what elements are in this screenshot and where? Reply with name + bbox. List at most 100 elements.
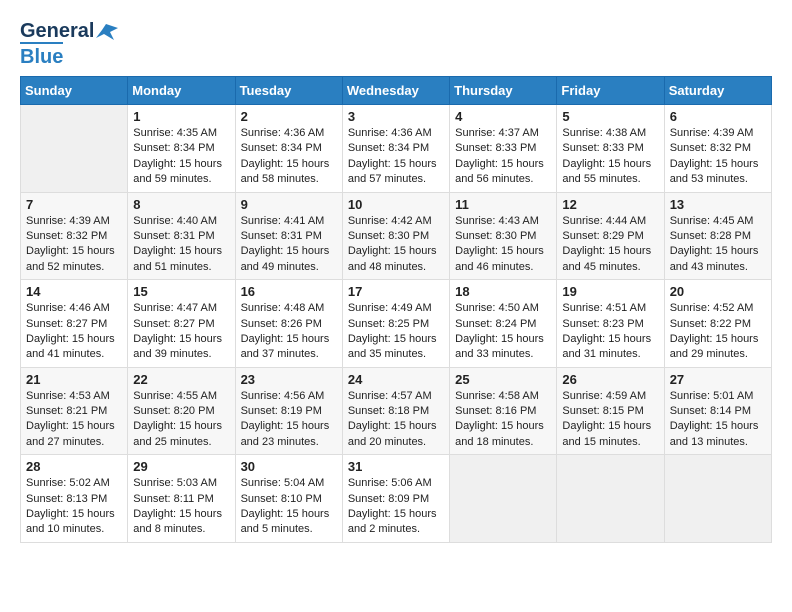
calendar-cell: 7 Sunrise: 4:39 AM Sunset: 8:32 PM Dayli… <box>21 192 128 280</box>
calendar-cell: 29 Sunrise: 5:03 AM Sunset: 8:11 PM Dayl… <box>128 455 235 543</box>
cell-content: Sunrise: 4:49 AM Sunset: 8:25 PM Dayligh… <box>348 301 444 363</box>
sunset-text: Sunset: 8:14 PM <box>670 404 766 419</box>
calendar-cell: 5 Sunrise: 4:38 AM Sunset: 8:33 PM Dayli… <box>557 105 664 193</box>
cell-content: Sunrise: 4:36 AM Sunset: 8:34 PM Dayligh… <box>241 126 337 188</box>
calendar-cell: 9 Sunrise: 4:41 AM Sunset: 8:31 PM Dayli… <box>235 192 342 280</box>
daylight-text: Daylight: 15 hours and 41 minutes. <box>26 332 122 363</box>
day-number: 9 <box>241 197 337 212</box>
cell-content: Sunrise: 4:47 AM Sunset: 8:27 PM Dayligh… <box>133 301 229 363</box>
day-number: 30 <box>241 459 337 474</box>
daylight-text: Daylight: 15 hours and 48 minutes. <box>348 244 444 275</box>
cell-content: Sunrise: 4:39 AM Sunset: 8:32 PM Dayligh… <box>670 126 766 188</box>
cell-content: Sunrise: 4:37 AM Sunset: 8:33 PM Dayligh… <box>455 126 551 188</box>
cell-content: Sunrise: 4:48 AM Sunset: 8:26 PM Dayligh… <box>241 301 337 363</box>
calendar-week-row: 21 Sunrise: 4:53 AM Sunset: 8:21 PM Dayl… <box>21 367 772 455</box>
calendar-cell: 1 Sunrise: 4:35 AM Sunset: 8:34 PM Dayli… <box>128 105 235 193</box>
daylight-text: Daylight: 15 hours and 33 minutes. <box>455 332 551 363</box>
cell-content: Sunrise: 4:52 AM Sunset: 8:22 PM Dayligh… <box>670 301 766 363</box>
sunrise-text: Sunrise: 4:36 AM <box>241 126 337 141</box>
logo: General Blue <box>20 20 118 68</box>
day-number: 20 <box>670 284 766 299</box>
sunrise-text: Sunrise: 4:41 AM <box>241 214 337 229</box>
sunset-text: Sunset: 8:13 PM <box>26 492 122 507</box>
daylight-text: Daylight: 15 hours and 31 minutes. <box>562 332 658 363</box>
calendar-cell: 19 Sunrise: 4:51 AM Sunset: 8:23 PM Dayl… <box>557 280 664 368</box>
sunrise-text: Sunrise: 4:36 AM <box>348 126 444 141</box>
sunset-text: Sunset: 8:26 PM <box>241 317 337 332</box>
sunset-text: Sunset: 8:28 PM <box>670 229 766 244</box>
cell-content: Sunrise: 4:53 AM Sunset: 8:21 PM Dayligh… <box>26 389 122 451</box>
sunset-text: Sunset: 8:33 PM <box>455 141 551 156</box>
cell-content: Sunrise: 4:42 AM Sunset: 8:30 PM Dayligh… <box>348 214 444 276</box>
daylight-text: Daylight: 15 hours and 15 minutes. <box>562 419 658 450</box>
daylight-text: Daylight: 15 hours and 51 minutes. <box>133 244 229 275</box>
sunset-text: Sunset: 8:24 PM <box>455 317 551 332</box>
calendar-cell: 24 Sunrise: 4:57 AM Sunset: 8:18 PM Dayl… <box>342 367 449 455</box>
cell-content: Sunrise: 4:41 AM Sunset: 8:31 PM Dayligh… <box>241 214 337 276</box>
sunset-text: Sunset: 8:29 PM <box>562 229 658 244</box>
calendar-cell: 23 Sunrise: 4:56 AM Sunset: 8:19 PM Dayl… <box>235 367 342 455</box>
sunrise-text: Sunrise: 4:50 AM <box>455 301 551 316</box>
day-number: 21 <box>26 372 122 387</box>
day-number: 24 <box>348 372 444 387</box>
cell-content: Sunrise: 4:46 AM Sunset: 8:27 PM Dayligh… <box>26 301 122 363</box>
day-number: 23 <box>241 372 337 387</box>
daylight-text: Daylight: 15 hours and 2 minutes. <box>348 507 444 538</box>
weekday-header: Tuesday <box>235 77 342 105</box>
day-number: 4 <box>455 109 551 124</box>
sunset-text: Sunset: 8:20 PM <box>133 404 229 419</box>
daylight-text: Daylight: 15 hours and 52 minutes. <box>26 244 122 275</box>
cell-content: Sunrise: 4:51 AM Sunset: 8:23 PM Dayligh… <box>562 301 658 363</box>
calendar-cell: 27 Sunrise: 5:01 AM Sunset: 8:14 PM Dayl… <box>664 367 771 455</box>
daylight-text: Daylight: 15 hours and 53 minutes. <box>670 157 766 188</box>
daylight-text: Daylight: 15 hours and 8 minutes. <box>133 507 229 538</box>
sunrise-text: Sunrise: 4:38 AM <box>562 126 658 141</box>
daylight-text: Daylight: 15 hours and 29 minutes. <box>670 332 766 363</box>
daylight-text: Daylight: 15 hours and 49 minutes. <box>241 244 337 275</box>
daylight-text: Daylight: 15 hours and 25 minutes. <box>133 419 229 450</box>
day-number: 1 <box>133 109 229 124</box>
sunset-text: Sunset: 8:19 PM <box>241 404 337 419</box>
day-number: 7 <box>26 197 122 212</box>
sunrise-text: Sunrise: 4:48 AM <box>241 301 337 316</box>
day-number: 31 <box>348 459 444 474</box>
calendar-cell: 2 Sunrise: 4:36 AM Sunset: 8:34 PM Dayli… <box>235 105 342 193</box>
daylight-text: Daylight: 15 hours and 13 minutes. <box>670 419 766 450</box>
day-number: 2 <box>241 109 337 124</box>
cell-content: Sunrise: 4:59 AM Sunset: 8:15 PM Dayligh… <box>562 389 658 451</box>
sunset-text: Sunset: 8:22 PM <box>670 317 766 332</box>
day-number: 16 <box>241 284 337 299</box>
day-number: 22 <box>133 372 229 387</box>
calendar-week-row: 7 Sunrise: 4:39 AM Sunset: 8:32 PM Dayli… <box>21 192 772 280</box>
calendar-cell: 17 Sunrise: 4:49 AM Sunset: 8:25 PM Dayl… <box>342 280 449 368</box>
daylight-text: Daylight: 15 hours and 45 minutes. <box>562 244 658 275</box>
calendar-header: SundayMondayTuesdayWednesdayThursdayFrid… <box>21 77 772 105</box>
calendar-table: SundayMondayTuesdayWednesdayThursdayFrid… <box>20 76 772 543</box>
sunset-text: Sunset: 8:30 PM <box>348 229 444 244</box>
cell-content: Sunrise: 4:50 AM Sunset: 8:24 PM Dayligh… <box>455 301 551 363</box>
sunrise-text: Sunrise: 5:01 AM <box>670 389 766 404</box>
daylight-text: Daylight: 15 hours and 58 minutes. <box>241 157 337 188</box>
day-number: 8 <box>133 197 229 212</box>
calendar-cell: 16 Sunrise: 4:48 AM Sunset: 8:26 PM Dayl… <box>235 280 342 368</box>
calendar-cell: 25 Sunrise: 4:58 AM Sunset: 8:16 PM Dayl… <box>450 367 557 455</box>
daylight-text: Daylight: 15 hours and 37 minutes. <box>241 332 337 363</box>
sunrise-text: Sunrise: 4:42 AM <box>348 214 444 229</box>
calendar-cell: 4 Sunrise: 4:37 AM Sunset: 8:33 PM Dayli… <box>450 105 557 193</box>
sunrise-text: Sunrise: 4:39 AM <box>670 126 766 141</box>
daylight-text: Daylight: 15 hours and 39 minutes. <box>133 332 229 363</box>
day-number: 3 <box>348 109 444 124</box>
calendar-week-row: 1 Sunrise: 4:35 AM Sunset: 8:34 PM Dayli… <box>21 105 772 193</box>
day-number: 14 <box>26 284 122 299</box>
sunrise-text: Sunrise: 4:56 AM <box>241 389 337 404</box>
sunrise-text: Sunrise: 4:58 AM <box>455 389 551 404</box>
daylight-text: Daylight: 15 hours and 57 minutes. <box>348 157 444 188</box>
calendar-cell: 22 Sunrise: 4:55 AM Sunset: 8:20 PM Dayl… <box>128 367 235 455</box>
sunrise-text: Sunrise: 4:46 AM <box>26 301 122 316</box>
cell-content: Sunrise: 4:39 AM Sunset: 8:32 PM Dayligh… <box>26 214 122 276</box>
day-number: 15 <box>133 284 229 299</box>
calendar-cell <box>664 455 771 543</box>
calendar-cell: 28 Sunrise: 5:02 AM Sunset: 8:13 PM Dayl… <box>21 455 128 543</box>
daylight-text: Daylight: 15 hours and 55 minutes. <box>562 157 658 188</box>
sunrise-text: Sunrise: 4:35 AM <box>133 126 229 141</box>
